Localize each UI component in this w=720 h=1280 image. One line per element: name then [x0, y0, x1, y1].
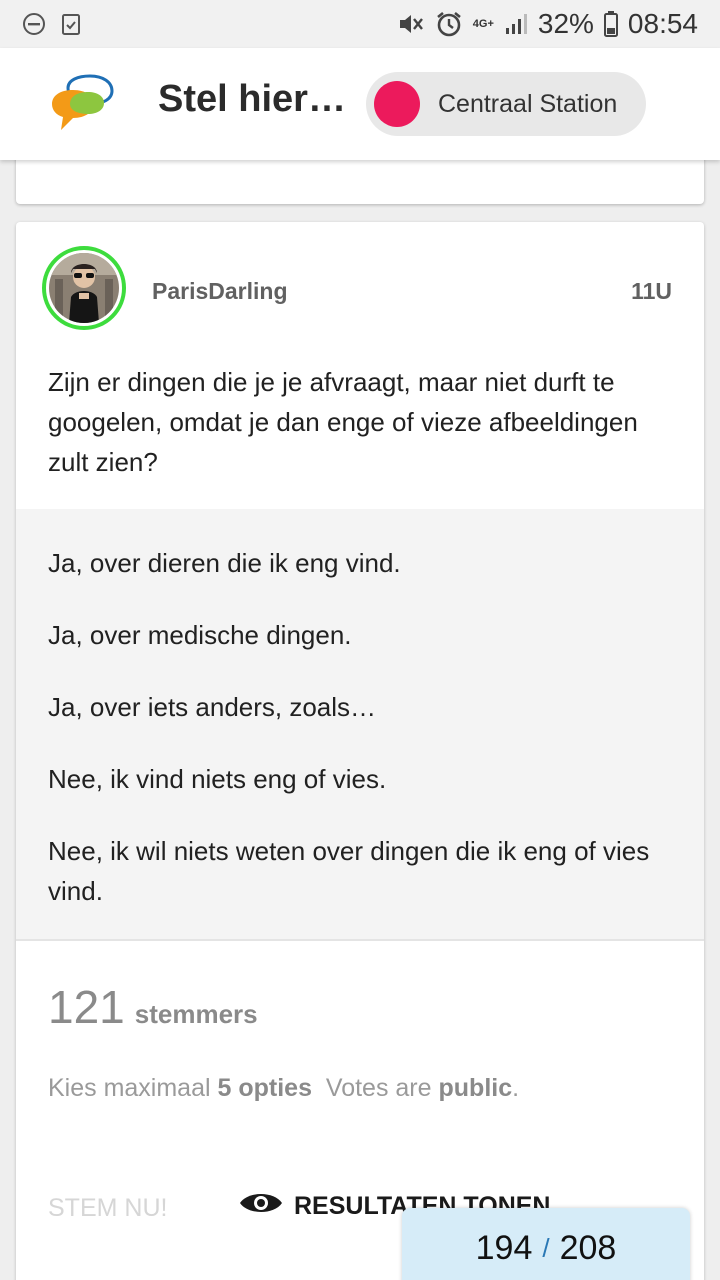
pager-separator: /	[542, 1232, 550, 1263]
battery-icon	[603, 11, 618, 37]
poll-options: Ja, over dieren die ik eng vind. Ja, ove…	[16, 509, 704, 941]
poll-option[interactable]: Ja, over medische dingen.	[48, 615, 668, 655]
rules-votes: Votes are	[325, 1074, 432, 1102]
voters-number: 121	[48, 981, 125, 1033]
rules-end: .	[512, 1074, 520, 1102]
rules-prefix: Kies maximaal	[48, 1074, 211, 1102]
vote-now-button[interactable]: STEM NU!	[48, 1194, 167, 1223]
poll-option[interactable]: Ja, over dieren die ik eng vind.	[48, 543, 668, 583]
post-pager: 194 / 208	[402, 1208, 690, 1280]
clock: 08:54	[627, 8, 698, 39]
location-color-dot	[374, 81, 420, 127]
status-bar: 4G+ 32% 08:54	[0, 0, 720, 48]
poll-post-card: ParisDarling 11U Zijn er dingen die je j…	[16, 222, 704, 1280]
poll-rules: Kies maximaal 5 opties Votes are public.	[48, 1074, 519, 1103]
poll-option[interactable]: Nee, ik vind niets eng of vies.	[48, 759, 668, 799]
network-type-icon: 4G+	[472, 17, 494, 30]
page-title: Stel hier…	[158, 78, 346, 120]
battery-percentage: 32%	[537, 8, 594, 39]
pager-total: 208	[559, 1228, 617, 1267]
avatar-image	[49, 253, 119, 323]
alarm-icon	[435, 10, 463, 38]
eye-icon	[238, 1188, 284, 1225]
location-chip-label: Centraal Station	[438, 89, 618, 118]
avatar[interactable]	[42, 246, 126, 330]
poll-question: Zijn er dingen die je je afvraagt, maar …	[48, 367, 638, 477]
poll-option[interactable]: Nee, ik wil niets weten over dingen die …	[48, 831, 668, 911]
username[interactable]: ParisDarling	[152, 278, 288, 305]
poll-option[interactable]: Ja, over iets anders, zoals…	[48, 687, 668, 727]
app-header: Stel hier… Centraal Station	[0, 48, 720, 160]
clipboard-check-icon	[60, 12, 82, 36]
voters-label: stemmers	[134, 999, 258, 1029]
app-logo-icon[interactable]	[46, 74, 116, 134]
location-chip[interactable]: Centraal Station	[366, 72, 646, 136]
pager-current: 194	[475, 1228, 533, 1267]
mute-icon	[397, 11, 425, 37]
post-time: 11U	[631, 278, 672, 304]
rules-max-options: 5 opties	[217, 1074, 312, 1102]
signal-icon	[504, 12, 528, 36]
rules-visibility: public	[438, 1074, 513, 1102]
do-not-disturb-icon	[22, 12, 46, 36]
voters-count: 121 stemmers	[48, 980, 258, 1034]
